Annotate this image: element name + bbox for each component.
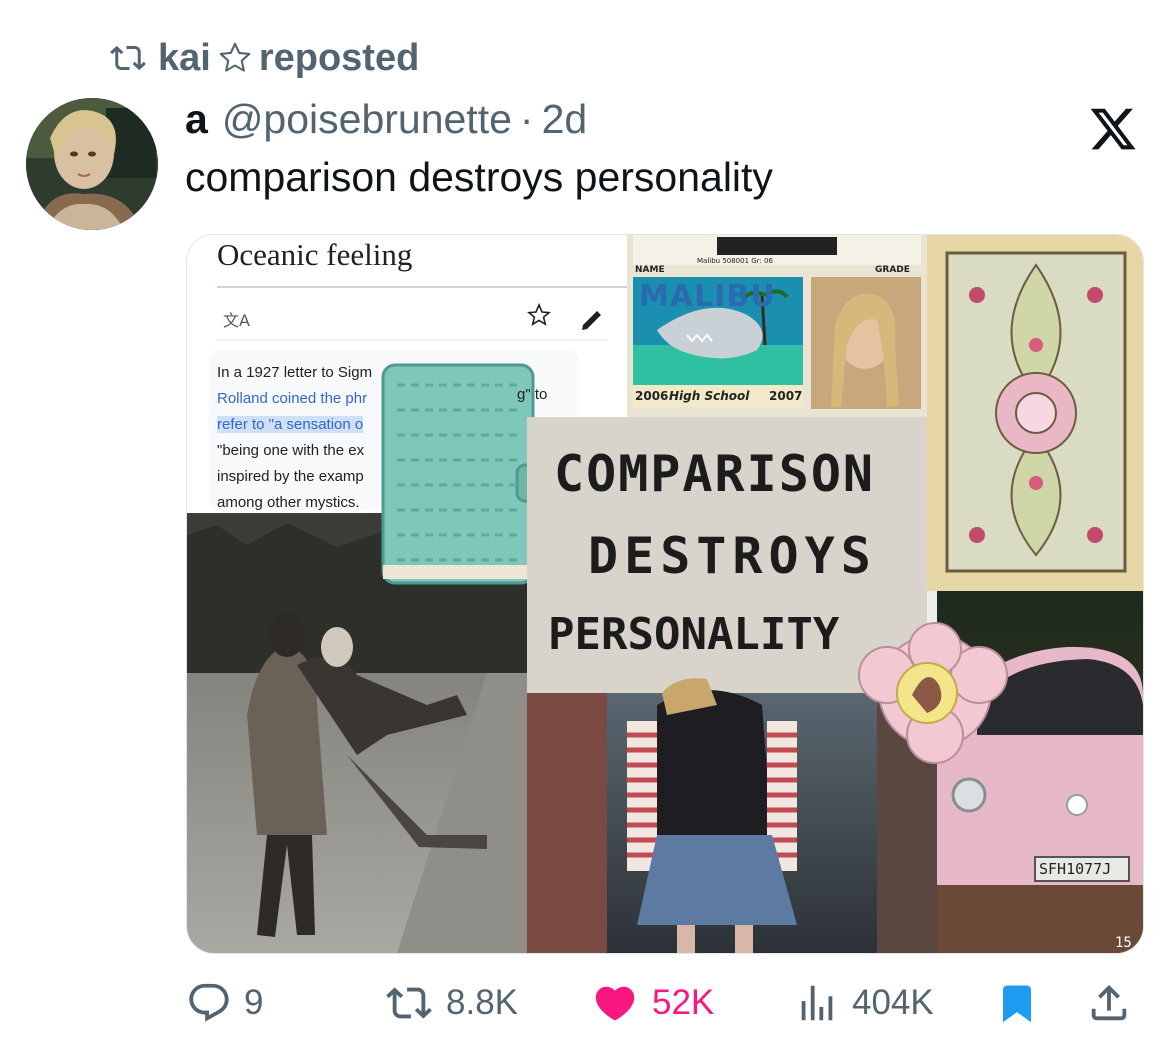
user-handle[interactable]: @poisebrunette <box>222 96 512 143</box>
avatar[interactable] <box>26 98 158 230</box>
id-school-line: Malibu 508001 Gr: 06 <box>697 257 773 265</box>
repost-count: 8.8K <box>446 983 518 1022</box>
translate-icon: 文A <box>223 311 250 330</box>
id-year-end: 2007 <box>769 389 803 403</box>
repost-user[interactable]: kai <box>158 37 211 80</box>
reply-icon <box>189 983 229 1022</box>
views-count: 404K <box>852 983 934 1022</box>
reply-count: 9 <box>244 983 264 1022</box>
views-button[interactable]: 404K <box>794 980 934 1026</box>
wiki-line: In a 1927 letter to Sigm <box>217 364 373 381</box>
wiki-fragment: g" to <box>517 386 548 403</box>
repost-button[interactable]: 8.8K <box>384 980 518 1026</box>
share-icon <box>1091 984 1127 1021</box>
id-logo: MALIBU <box>639 279 776 314</box>
id-name-label: NAME <box>635 265 665 275</box>
like-button[interactable]: 52K <box>590 980 714 1026</box>
separator-dot: · <box>519 96 534 142</box>
heart-icon <box>595 986 635 1021</box>
wiki-line: Rolland coined the phr <box>217 390 368 407</box>
repost-icon <box>110 45 146 71</box>
license-plate: SFH1077J <box>1039 860 1112 878</box>
views-icon <box>801 985 833 1021</box>
display-name[interactable]: a <box>185 96 208 143</box>
wiki-paragraph: In a 1927 letter to Sigm Rolland coined … <box>217 360 557 516</box>
like-count: 52K <box>652 983 715 1022</box>
reply-button[interactable]: 9 <box>186 980 263 1026</box>
tweet-media[interactable]: Oceanic feeling 文A In a 1927 letter to S… <box>186 234 1144 954</box>
sign-line-1: COMPARISON <box>554 445 876 503</box>
timestamp[interactable]: 2d <box>542 96 588 143</box>
id-school: High School <box>669 389 750 403</box>
share-button[interactable] <box>1086 980 1132 1026</box>
id-year-start: 2006 <box>635 389 669 403</box>
sign-line-3: PERSONALITY <box>548 609 840 660</box>
repost-suffix: reposted <box>258 36 420 79</box>
tweet-header: a @poisebrunette · 2d <box>185 96 587 143</box>
corner-number: 15 <box>1115 935 1132 951</box>
x-logo-icon[interactable] <box>1088 104 1138 154</box>
bookmark-icon <box>1003 985 1031 1023</box>
wiki-line: among other mystics. <box>217 494 360 511</box>
repost-icon <box>386 987 432 1019</box>
avatar-image <box>26 98 158 230</box>
sign-line-2: DESTROYS <box>588 527 877 585</box>
star-icon <box>219 42 251 72</box>
bookmark-button[interactable] <box>996 980 1038 1026</box>
wiki-line: refer to "a sensation o <box>217 412 557 438</box>
wiki-line-selected: refer to "a sensation o <box>217 416 364 433</box>
wiki-line: "being one with the ex <box>217 442 365 459</box>
comparison-sign: COMPARISON DESTROYS PERSONALITY <box>532 425 927 695</box>
wiki-title: Oceanic feeling <box>217 237 413 272</box>
id-grade-label: GRADE <box>875 265 910 275</box>
action-bar: 9 8.8K 52K 404K <box>0 970 1170 1040</box>
tweet-text: comparison destroys personality <box>185 154 773 200</box>
wiki-line: inspired by the examp <box>217 468 364 485</box>
repost-context[interactable]: kai reposted <box>108 34 419 82</box>
